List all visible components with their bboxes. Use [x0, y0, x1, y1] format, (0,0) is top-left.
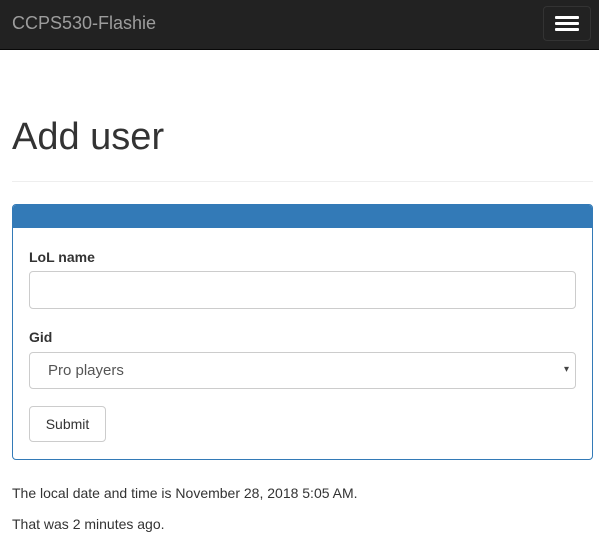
hamburger-menu-icon	[555, 16, 579, 19]
add-user-panel: LoL name Gid Pro players ▾ Submit	[12, 204, 593, 460]
gid-label: Gid	[29, 329, 53, 345]
navbar: CCPS530-Flashie	[0, 0, 599, 50]
time-ago-text: That was 2 minutes ago.	[12, 516, 165, 532]
chevron-down-icon: ▾	[563, 364, 569, 375]
hamburger-menu-icon-bar	[555, 22, 579, 25]
lol-name-label: LoL name	[29, 249, 95, 265]
page-title: Add user	[12, 116, 165, 158]
navbar-toggle-button[interactable]	[543, 6, 591, 41]
lol-name-input[interactable]	[29, 271, 576, 309]
hamburger-menu-icon-bar	[555, 28, 579, 31]
local-time-text: The local date and time is November 28, …	[12, 485, 358, 501]
brand-link[interactable]: CCPS530-Flashie	[12, 13, 156, 33]
panel-heading	[13, 205, 592, 228]
submit-button[interactable]: Submit	[29, 406, 106, 442]
gid-selected-value: Pro players	[48, 362, 124, 379]
gid-select[interactable]: Pro players ▾	[29, 352, 576, 389]
header-divider	[12, 181, 593, 182]
